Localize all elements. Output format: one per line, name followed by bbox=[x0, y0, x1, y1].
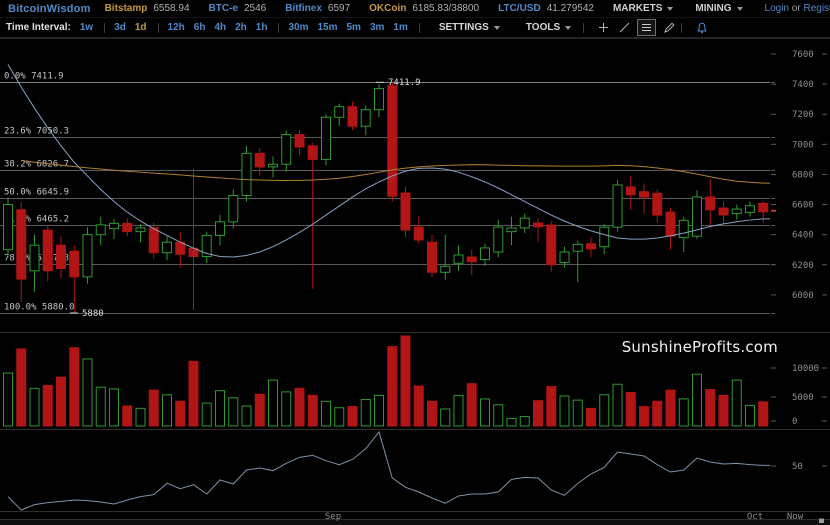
ticker-value: 6558.94 bbox=[153, 3, 190, 14]
interval-6h[interactable]: 6h bbox=[194, 22, 206, 33]
ticker-value: 6185.83/38800 bbox=[412, 3, 480, 14]
tools-menu-label: TOOLS bbox=[525, 22, 561, 33]
volume-axis: 10000 5000 0 bbox=[771, 364, 827, 427]
interval-3d[interactable]: 3d bbox=[114, 22, 126, 33]
exchange-ticker-list: Bitstamp 6558.94 BTC-e 2546 Bitfinex 6597 OKCo… bbox=[105, 3, 613, 14]
register-link[interactable]: Register bbox=[803, 3, 830, 14]
svg-text:50: 50 bbox=[792, 462, 803, 472]
pane-separators bbox=[0, 38, 830, 525]
ticker-name: Bitstamp bbox=[104, 3, 148, 14]
divider bbox=[278, 22, 280, 33]
interval-5m[interactable]: 5m bbox=[346, 22, 360, 33]
candles-layer bbox=[3, 82, 769, 313]
interval-1h[interactable]: 1h bbox=[256, 22, 268, 33]
chevron-down-icon bbox=[667, 6, 674, 11]
svg-text:6200: 6200 bbox=[792, 261, 814, 271]
scrollbar-thumb[interactable] bbox=[819, 518, 824, 524]
mining-menu[interactable]: MINING bbox=[695, 3, 743, 14]
chevron-down-icon bbox=[493, 25, 500, 30]
svg-text:100.0% 5880.0: 100.0% 5880.0 bbox=[4, 303, 74, 313]
svg-text:6000: 6000 bbox=[792, 291, 814, 301]
time-axis-label-oct: Oct bbox=[746, 512, 764, 522]
ticker-bitfinex[interactable]: Bitfinex 6597 bbox=[285, 3, 350, 14]
interval-4h[interactable]: 4h bbox=[214, 22, 226, 33]
ticker-name: OKCoin bbox=[369, 3, 407, 14]
crosshair-icon[interactable] bbox=[595, 20, 612, 35]
price-axis: 7600 7400 7200 7000 6800 6600 6400 6200 6000 bbox=[771, 50, 827, 301]
svg-text:0: 0 bbox=[792, 417, 797, 427]
ticker-name: BTC-e bbox=[208, 3, 238, 14]
auth-links: Login or Register bbox=[765, 3, 830, 14]
trendline-icon[interactable] bbox=[616, 20, 633, 35]
interval-3m[interactable]: 3m bbox=[370, 22, 384, 33]
time-axis-label-now: Now bbox=[786, 512, 804, 522]
fib-levels-icon[interactable] bbox=[637, 19, 657, 36]
svg-text:7411.9: 7411.9 bbox=[388, 78, 421, 88]
svg-text:7600: 7600 bbox=[792, 50, 814, 60]
svg-text:7000: 7000 bbox=[792, 140, 814, 150]
ticker-value: 41.279542 bbox=[546, 3, 594, 14]
chart-canvas[interactable]: 0.0% 7411.923.6% 7050.338.2% 6826.750.0%… bbox=[0, 0, 830, 525]
ticker-name: LTC/USD bbox=[498, 3, 541, 14]
svg-text:5000: 5000 bbox=[792, 393, 814, 403]
interval-15m[interactable]: 15m bbox=[317, 22, 337, 33]
settings-menu-label: SETTINGS bbox=[438, 22, 489, 33]
chevron-down-icon bbox=[565, 25, 572, 30]
bitcoinwisdom-logo[interactable]: BitcoinWisdom bbox=[8, 3, 91, 15]
or-text: or bbox=[791, 3, 801, 14]
svg-text:5880: 5880 bbox=[82, 309, 104, 319]
ticker-ltc-usd[interactable]: LTC/USD 41.279542 bbox=[498, 3, 594, 14]
svg-text:6800: 6800 bbox=[792, 170, 814, 180]
alert-bell-icon[interactable] bbox=[693, 20, 710, 35]
svg-text:7200: 7200 bbox=[792, 110, 814, 120]
interval-1w[interactable]: 1w bbox=[80, 22, 93, 33]
markets-menu-label: MARKETS bbox=[612, 3, 663, 14]
divider bbox=[681, 22, 683, 33]
ticker-bitstamp[interactable]: Bitstamp 6558.94 bbox=[105, 3, 190, 14]
ticker-btc-e[interactable]: BTC-e 2546 bbox=[209, 3, 267, 14]
divider bbox=[418, 22, 420, 33]
watermark: SunshineProfits.com bbox=[621, 338, 778, 356]
interval-1m[interactable]: 1m bbox=[393, 22, 407, 33]
oscillator-axis: 50 bbox=[771, 462, 827, 472]
tools-menu[interactable]: TOOLS bbox=[525, 22, 572, 33]
time-interval-label: Time Interval: bbox=[6, 22, 71, 33]
svg-text:10000: 10000 bbox=[792, 364, 819, 374]
svg-text:6400: 6400 bbox=[792, 231, 814, 241]
interval-30m[interactable]: 30m bbox=[288, 22, 308, 33]
ticker-okcoin[interactable]: OKCoin 6185.83/38800 bbox=[369, 3, 479, 14]
login-link[interactable]: Login bbox=[765, 3, 789, 14]
chart-toolbar: Time Interval: 1w 3d 1d 12h 6h 4h 2h 1h 30m 15m 5m… bbox=[0, 18, 830, 38]
interval-12h[interactable]: 12h bbox=[168, 22, 185, 33]
interval-selector: 1w 3d 1d 12h 6h 4h 2h 1h 30m 15m 5m 3m 1m bbox=[80, 22, 417, 33]
interval-2h[interactable]: 2h bbox=[235, 22, 247, 33]
svg-text:61.8% 6465.2: 61.8% 6465.2 bbox=[4, 215, 69, 225]
divider bbox=[583, 22, 585, 33]
svg-text:50.0% 6645.9: 50.0% 6645.9 bbox=[4, 188, 69, 198]
mining-menu-label: MINING bbox=[695, 3, 732, 14]
svg-text:6600: 6600 bbox=[792, 201, 814, 211]
ticker-value: 6597 bbox=[327, 3, 351, 14]
app-window: BitcoinWisdom Bitstamp 6558.94 BTC-e 2546 Bi… bbox=[0, 0, 830, 525]
time-axis-label-sep: Sep bbox=[324, 512, 342, 522]
markets-menu[interactable]: MARKETS bbox=[612, 3, 674, 14]
divider bbox=[157, 22, 159, 33]
svg-text:7400: 7400 bbox=[792, 80, 814, 90]
top-bar: BitcoinWisdom Bitstamp 6558.94 BTC-e 2546 Bi… bbox=[0, 0, 830, 18]
oscillator-layer bbox=[7, 430, 770, 511]
ticker-value: 2546 bbox=[243, 3, 267, 14]
ticker-name: Bitfinex bbox=[285, 3, 322, 14]
divider bbox=[104, 22, 106, 33]
interval-1d[interactable]: 1d bbox=[135, 22, 147, 33]
draw-icon[interactable] bbox=[660, 20, 677, 35]
settings-menu[interactable]: SETTINGS bbox=[439, 22, 500, 33]
chevron-down-icon bbox=[736, 6, 743, 11]
svg-text:23.6% 7050.3: 23.6% 7050.3 bbox=[4, 127, 69, 137]
